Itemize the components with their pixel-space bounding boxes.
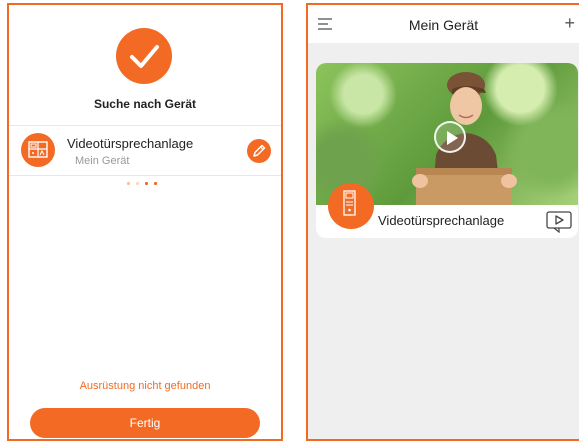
device-list-item[interactable]: Videotürsprechanlage Mein Gerät bbox=[9, 125, 281, 175]
card-device-name: Videotürsprechanlage bbox=[378, 213, 505, 228]
loading-dot bbox=[127, 182, 130, 185]
device-subtitle: Mein Gerät bbox=[75, 155, 130, 167]
search-title: Suche nach Gerät bbox=[93, 97, 197, 111]
left-screen: Suche nach Gerät Videotürsprechanlage Me… bbox=[7, 3, 283, 441]
add-device-plus-icon[interactable]: + bbox=[564, 14, 575, 32]
right-screen: Mein Gerät + Videotürsprechanlage bbox=[306, 3, 579, 441]
success-check-icon bbox=[116, 28, 172, 84]
device-card[interactable]: Videotürsprechanlage bbox=[316, 63, 578, 238]
done-button[interactable]: Fertig bbox=[30, 408, 260, 438]
intercom-icon bbox=[21, 133, 55, 167]
not-found-message: Ausrüstung nicht gefunden bbox=[79, 380, 211, 392]
top-bar: Mein Gerät + bbox=[308, 5, 579, 43]
loading-dot bbox=[154, 182, 157, 185]
loading-dot bbox=[145, 182, 148, 185]
device-name: Videotürsprechanlage bbox=[67, 136, 194, 151]
loading-dots bbox=[127, 182, 167, 188]
loading-dot bbox=[136, 182, 139, 185]
video-play-icon[interactable] bbox=[546, 211, 572, 234]
play-icon[interactable] bbox=[434, 121, 466, 153]
divider bbox=[9, 175, 281, 176]
edit-pencil-icon[interactable] bbox=[247, 139, 271, 163]
intercom-icon bbox=[328, 183, 374, 229]
page-title: Mein Gerät bbox=[408, 17, 479, 33]
